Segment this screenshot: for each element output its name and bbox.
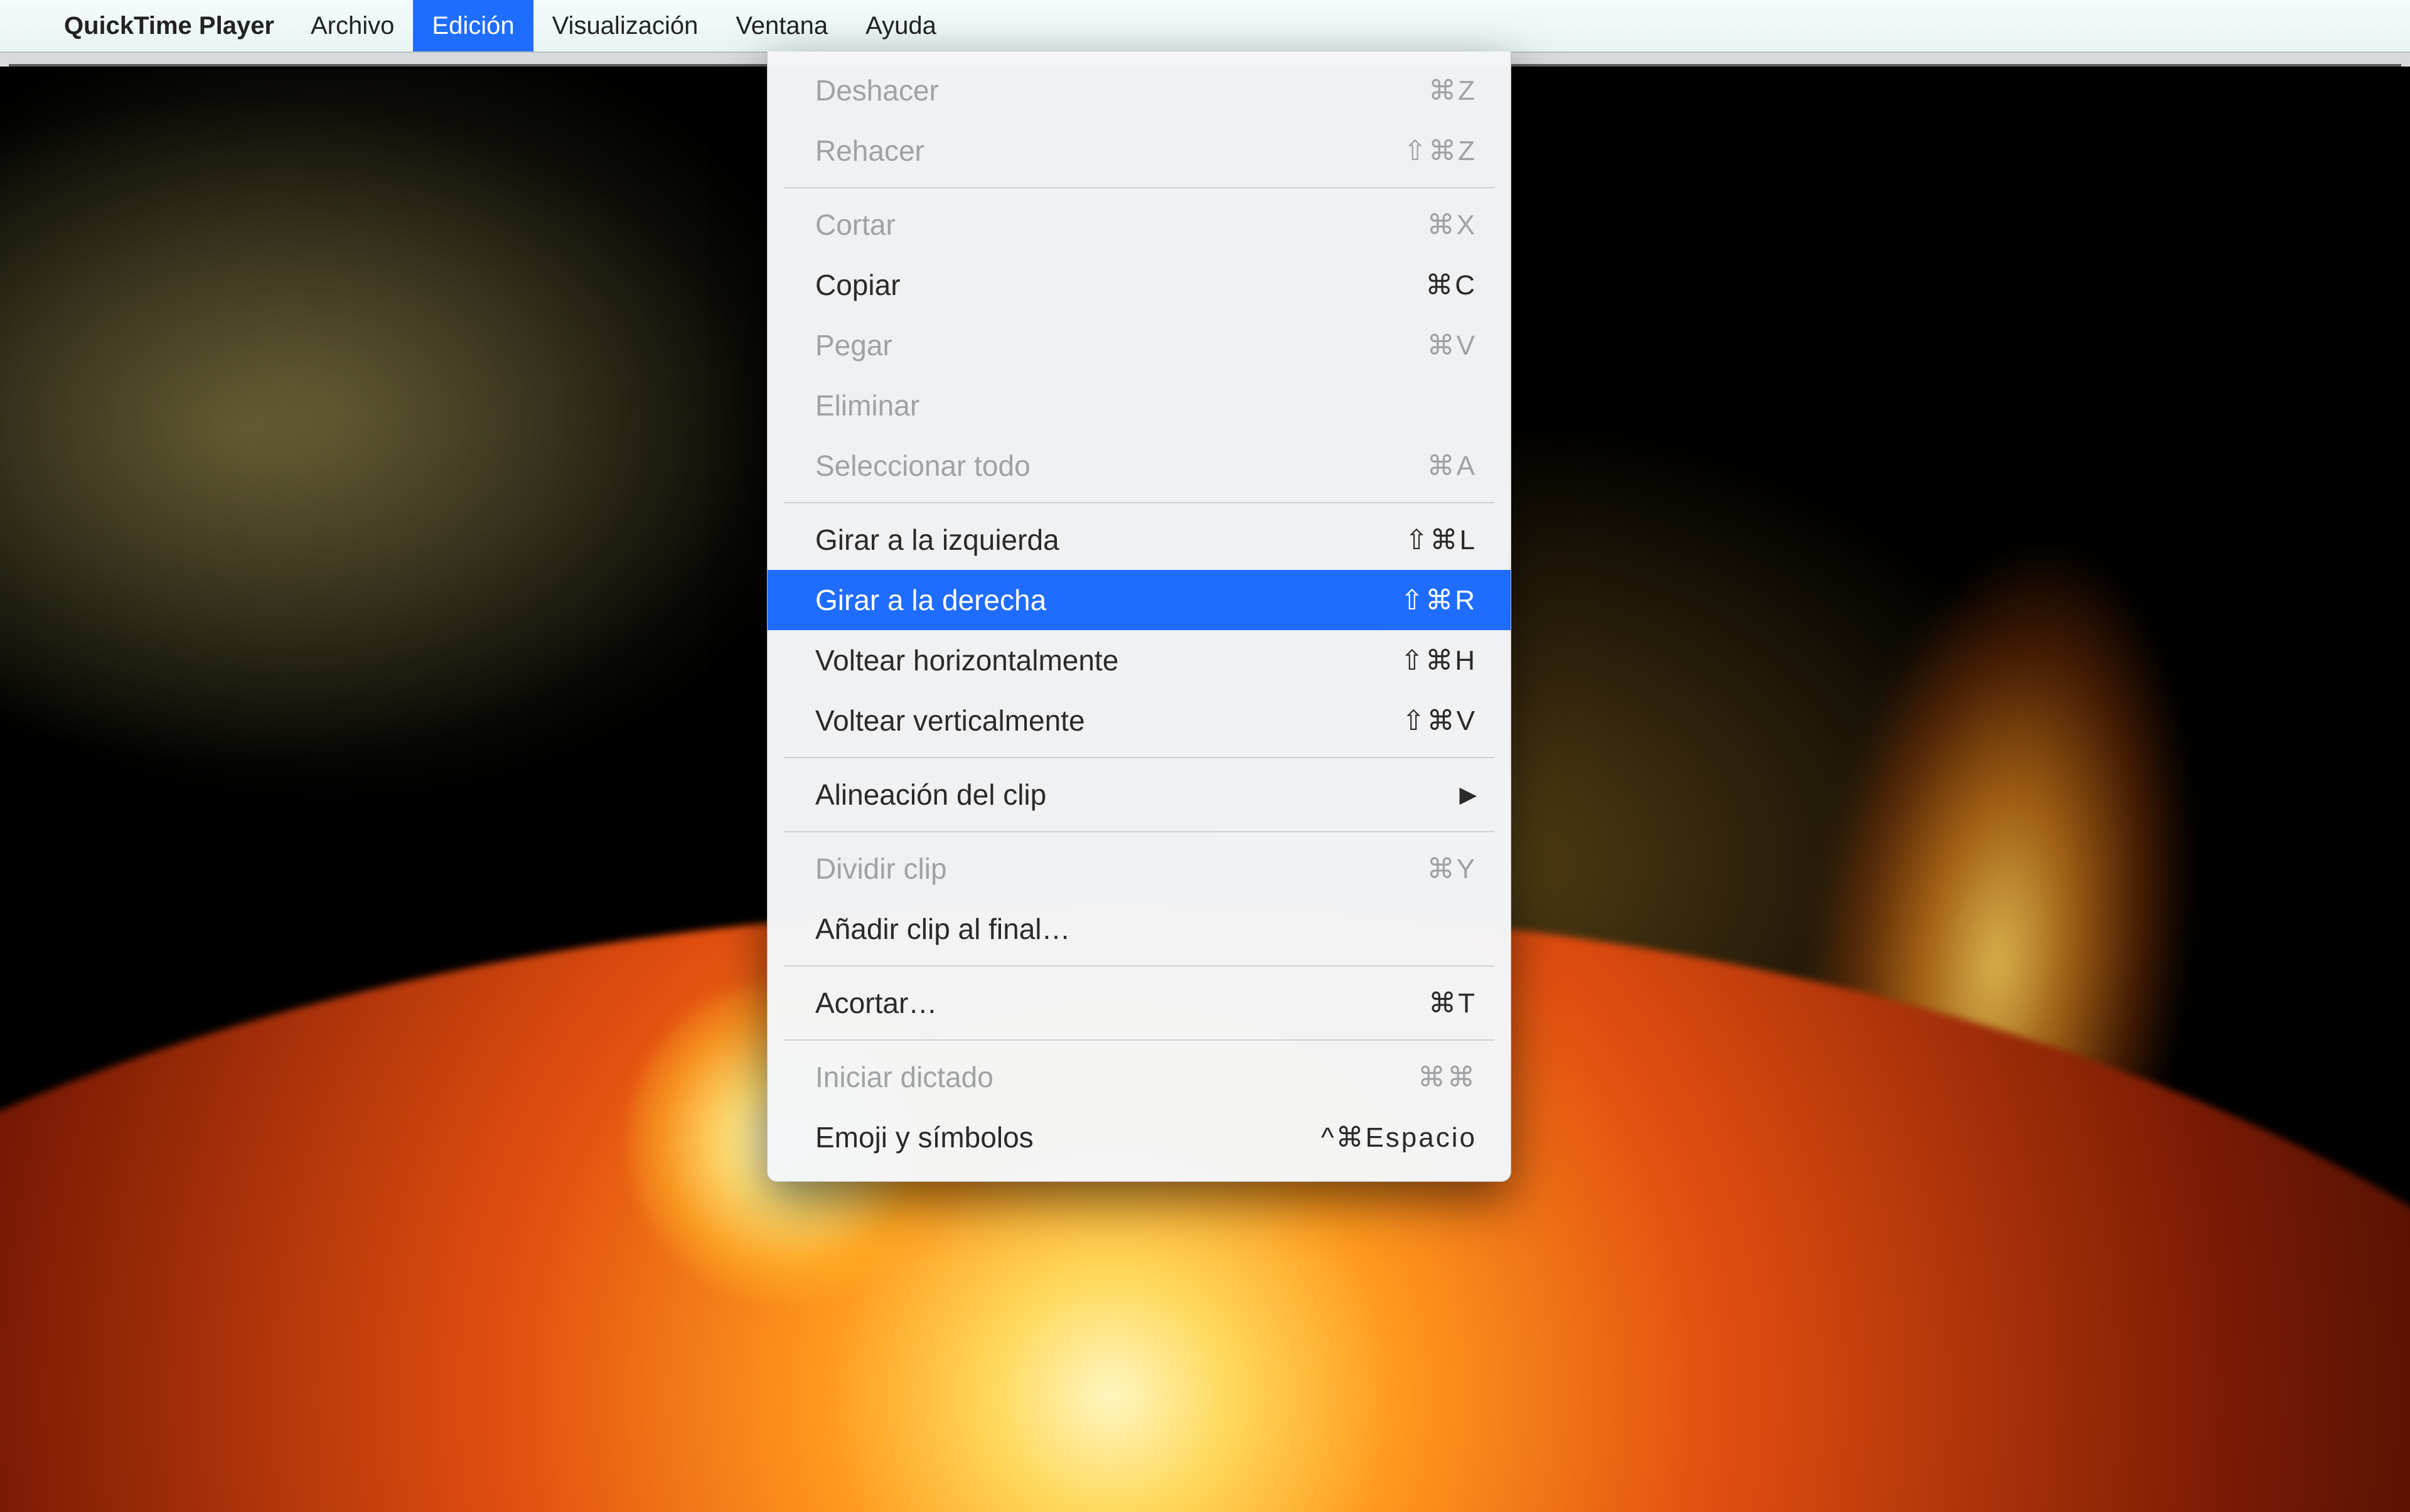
menu-item-voltear-vertical[interactable]: Voltear verticalmente ⇧⌘V bbox=[768, 690, 1511, 751]
menu-item-shortcut: ⇧⌘V bbox=[1402, 705, 1477, 737]
menu-item-rehacer: Rehacer ⇧⌘Z bbox=[768, 121, 1511, 181]
menu-item-shortcut: ⌘Y bbox=[1427, 853, 1477, 885]
menu-item-label: Emoji y símbolos bbox=[815, 1120, 1034, 1154]
menu-item-dividir-clip: Dividir clip ⌘Y bbox=[768, 839, 1511, 899]
menu-item-label: Copiar bbox=[815, 268, 901, 302]
menu-separator bbox=[784, 1039, 1494, 1041]
app-name[interactable]: QuickTime Player bbox=[46, 0, 292, 51]
menu-item-label: Dividir clip bbox=[815, 852, 947, 886]
menu-item-shortcut: ⇧⌘L bbox=[1405, 524, 1477, 556]
menu-separator bbox=[784, 502, 1494, 503]
menubar: QuickTime Player Archivo Edición Visuali… bbox=[0, 0, 2410, 53]
edit-menu-dropdown: Deshacer ⌘Z Rehacer ⇧⌘Z Cortar ⌘X Copiar… bbox=[767, 51, 1511, 1182]
submenu-arrow-icon: ▶ bbox=[1459, 781, 1477, 808]
menu-separator bbox=[784, 187, 1494, 188]
menu-item-alineacion-clip[interactable]: Alineación del clip ▶ bbox=[768, 764, 1511, 825]
menu-item-shortcut: ^⌘Espacio bbox=[1321, 1122, 1477, 1154]
menu-item-girar-izquierda[interactable]: Girar a la izquierda ⇧⌘L bbox=[768, 510, 1511, 570]
menu-item-seleccionar-todo: Seleccionar todo ⌘A bbox=[768, 436, 1511, 496]
menu-item-label: Añadir clip al final… bbox=[815, 912, 1071, 946]
menu-item-voltear-horizontal[interactable]: Voltear horizontalmente ⇧⌘H bbox=[768, 630, 1511, 690]
menu-item-shortcut: ⌘A bbox=[1427, 450, 1477, 482]
menu-item-shortcut: ⌘T bbox=[1428, 987, 1477, 1019]
menu-item-label: Alineación del clip bbox=[815, 778, 1046, 812]
menu-archivo[interactable]: Archivo bbox=[292, 0, 413, 51]
menu-separator bbox=[784, 757, 1494, 758]
menu-item-girar-derecha[interactable]: Girar a la derecha ⇧⌘R bbox=[768, 570, 1511, 630]
menu-item-label: Cortar bbox=[815, 208, 896, 242]
menu-item-acortar[interactable]: Acortar… ⌘T bbox=[768, 973, 1511, 1033]
menu-item-label: Voltear horizontalmente bbox=[815, 643, 1118, 677]
menu-ventana[interactable]: Ventana bbox=[717, 0, 847, 51]
menu-item-shortcut: ⇧⌘H bbox=[1400, 645, 1477, 677]
menu-visualizacion[interactable]: Visualización bbox=[533, 0, 717, 51]
menu-item-label: Iniciar dictado bbox=[815, 1060, 993, 1094]
menu-item-label: Rehacer bbox=[815, 134, 924, 168]
menu-item-shortcut: ⇧⌘R bbox=[1400, 584, 1477, 616]
menu-separator bbox=[784, 831, 1494, 832]
menu-item-label: Pegar bbox=[815, 328, 892, 362]
menu-item-label: Acortar… bbox=[815, 986, 937, 1020]
menu-item-copiar[interactable]: Copiar ⌘C bbox=[768, 255, 1511, 315]
menu-item-label: Deshacer bbox=[815, 73, 939, 107]
menu-item-shortcut: ⌘V bbox=[1427, 330, 1477, 362]
menu-edicion[interactable]: Edición bbox=[413, 0, 533, 51]
menu-item-eliminar: Eliminar bbox=[768, 375, 1511, 436]
menu-item-label: Girar a la derecha bbox=[815, 583, 1046, 617]
menu-item-cortar: Cortar ⌘X bbox=[768, 195, 1511, 255]
menu-item-pegar: Pegar ⌘V bbox=[768, 315, 1511, 375]
menu-item-anadir-clip[interactable]: Añadir clip al final… bbox=[768, 899, 1511, 959]
menu-separator bbox=[784, 965, 1494, 967]
menu-item-label: Girar a la izquierda bbox=[815, 523, 1059, 557]
menu-item-label: Seleccionar todo bbox=[815, 449, 1031, 483]
menu-item-deshacer: Deshacer ⌘Z bbox=[768, 60, 1511, 121]
menu-item-dictado: Iniciar dictado ⌘⌘ bbox=[768, 1047, 1511, 1107]
menu-item-emoji[interactable]: Emoji y símbolos ^⌘Espacio bbox=[768, 1107, 1511, 1167]
menu-item-shortcut: ⇧⌘Z bbox=[1403, 135, 1477, 167]
menu-item-shortcut: ⌘C bbox=[1425, 269, 1477, 301]
menu-item-shortcut: ⌘⌘ bbox=[1418, 1061, 1477, 1093]
menu-item-shortcut: ⌘X bbox=[1427, 209, 1477, 241]
menu-item-label: Eliminar bbox=[815, 389, 919, 422]
menu-item-label: Voltear verticalmente bbox=[815, 704, 1085, 737]
menu-item-shortcut: ⌘Z bbox=[1428, 75, 1477, 107]
menu-ayuda[interactable]: Ayuda bbox=[847, 0, 955, 51]
